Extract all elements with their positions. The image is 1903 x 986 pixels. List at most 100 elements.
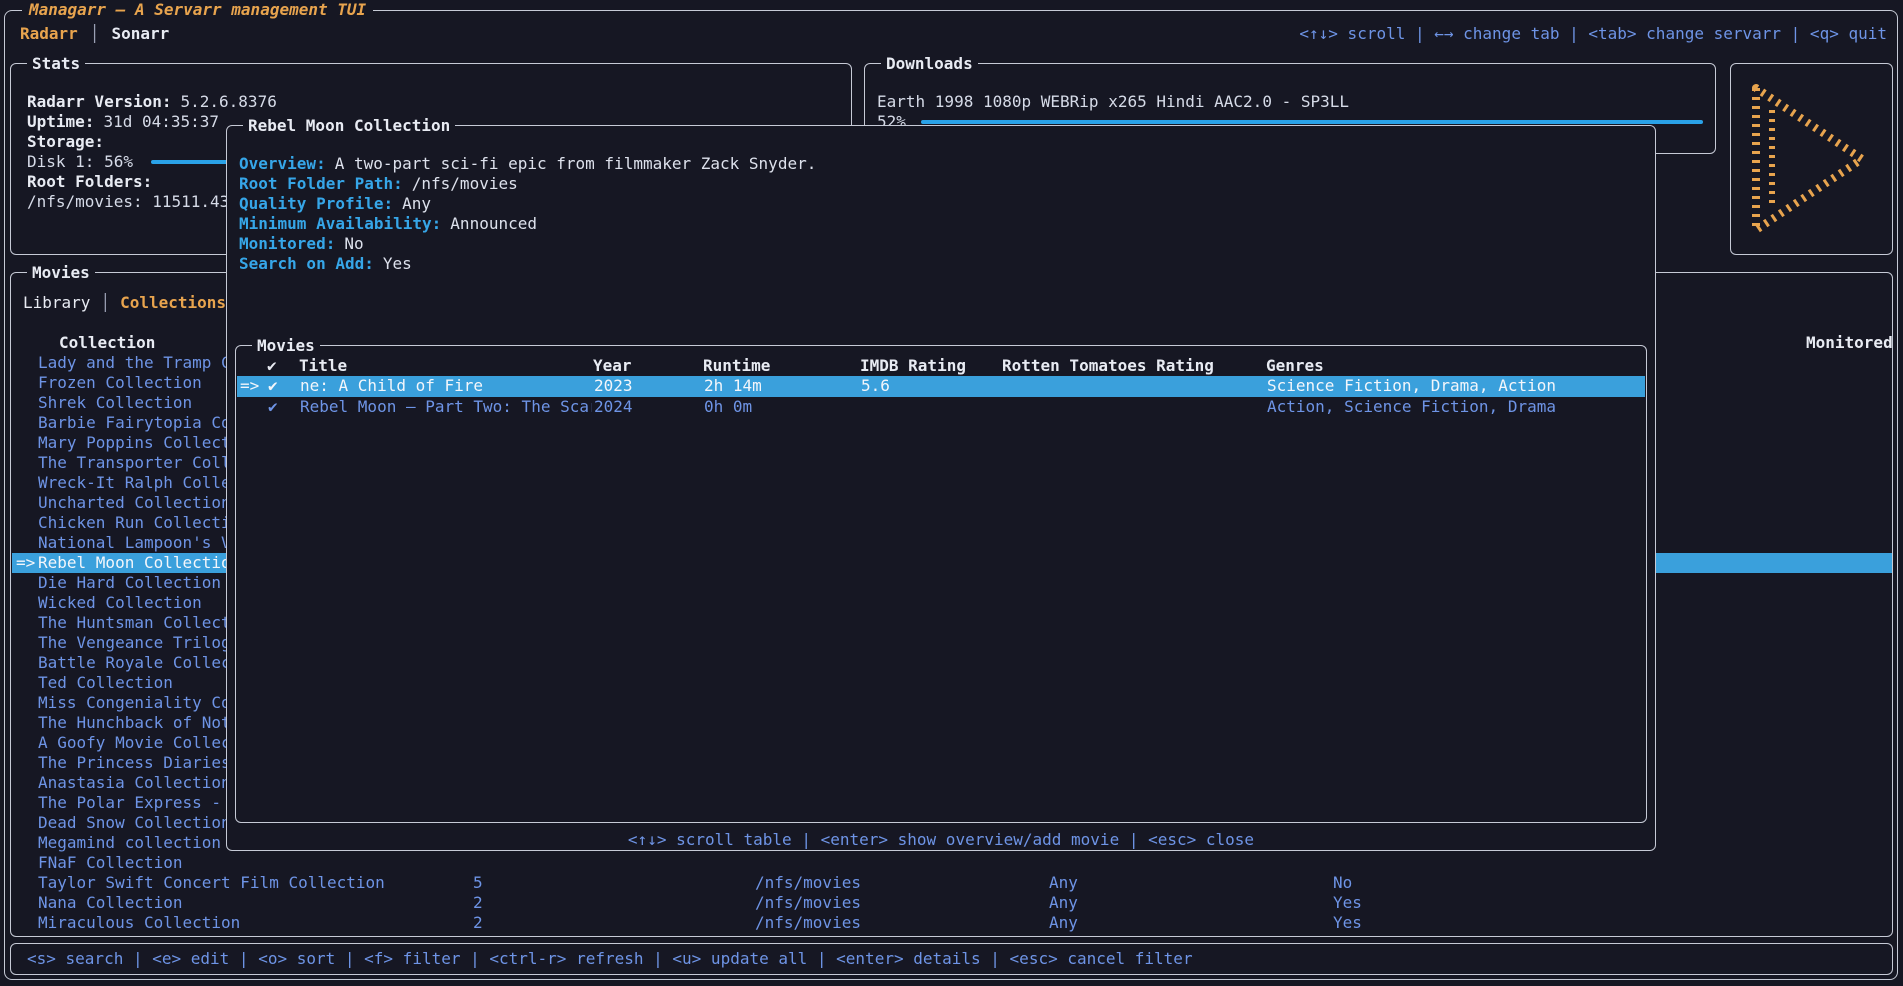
collection-name: Lady and the Tramp Co — [38, 353, 240, 372]
column-header-runtime: Runtime — [703, 356, 770, 376]
collection-search-on-add: No — [1333, 873, 1352, 893]
column-header-monitored-check: ✔ — [267, 356, 277, 376]
collection-name: Wicked Collection — [38, 593, 202, 612]
managarr-logo-icon — [1742, 74, 1882, 244]
collection-row[interactable]: Nana Collection 2/nfs/movies Any Yes — [12, 893, 1892, 913]
movie-genres: Science Fiction, Drama, Action — [1267, 376, 1556, 396]
field-label: Root Folder Path: — [239, 174, 403, 193]
movie-imdb-rating: 5.6 — [861, 376, 890, 396]
app-title: Managarr — A Servarr management TUI — [22, 0, 373, 20]
stats-panel-title: Stats — [27, 54, 85, 74]
monitored-check-icon: ✔ — [268, 376, 278, 396]
tab-separator: │ — [90, 24, 100, 44]
collection-row[interactable]: Miraculous Collection2/nfs/moviesAnyYes — [12, 913, 1892, 933]
collection-details-modal: Rebel Moon Collection Overview:A two-par… — [226, 125, 1656, 851]
tab-collections[interactable]: Collections — [120, 293, 226, 313]
column-header-genres: Genres — [1266, 356, 1324, 376]
collection-quality-profile: Any — [1049, 873, 1078, 893]
movie-title: Rebel Moon – Part Two: The Scar — [300, 397, 592, 417]
movies-tab-separator: │ — [100, 293, 110, 313]
collection-name: Ted Collection — [38, 673, 173, 692]
collection-name: Barbie Fairytopia Col — [38, 413, 240, 432]
field-value: Yes — [383, 254, 412, 273]
column-header-collection: Collection — [59, 333, 155, 353]
bottom-keybind-hints: <s> search | <e> edit | <o> sort | <f> f… — [27, 949, 1193, 969]
collection-name: The Hunchback of Notr — [38, 713, 240, 732]
movie-row[interactable]: ✔ Rebel Moon – Part Two: The Scar 2024 0… — [237, 397, 1645, 418]
collection-name: Chicken Run Collectio — [38, 513, 240, 532]
collection-name: National Lampoon's Va — [38, 533, 240, 552]
managarr-screen: Managarr — A Servarr management TUI Rada… — [0, 0, 1903, 986]
collection-movies-table: Movies ✔ Title Year Runtime IMDB Rating … — [235, 345, 1647, 823]
column-header-rotten-tomatoes: Rotten Tomatoes Rating — [1002, 356, 1214, 376]
download-progress-gauge — [921, 120, 1703, 124]
field-value: Any — [402, 194, 431, 213]
column-header-title: Title — [299, 356, 591, 376]
collection-name: Shrek Collection — [38, 393, 192, 412]
collection-name: The Princess Diaries — [38, 753, 231, 772]
column-header-monitored: Monitored — [1806, 333, 1893, 353]
collection-name: Battle Royale Collect — [38, 653, 240, 672]
collection-name: Die Hard Collection — [38, 573, 221, 592]
field-root-folder-path: Root Folder Path: /nfs/movies — [239, 174, 816, 194]
radarr-version-label: Radarr Version: — [27, 92, 172, 111]
collection-name: Nana Collection — [38, 893, 183, 912]
collection-name: The Polar Express - C — [38, 793, 240, 812]
collection-name: The Transporter Colle — [38, 453, 240, 472]
storage-label: Storage: — [27, 132, 104, 152]
movie-row-selected[interactable]: => ✔ ne: A Child of Fire 2023 2h 14m 5.6… — [237, 376, 1645, 397]
field-label: Minimum Availability: — [239, 214, 441, 233]
selection-marker: => — [16, 553, 35, 573]
field-value: No — [344, 234, 363, 253]
collection-movie-count: 2 — [473, 913, 483, 933]
collection-movie-count: 2 — [473, 893, 483, 913]
collection-name: Dead Snow Collection — [38, 813, 231, 832]
logo-panel — [1730, 63, 1893, 255]
collection-details-fields: Overview:A two-part sci-fi epic from fil… — [239, 154, 816, 274]
modal-keybind-hints: <↑↓> scroll table | <enter> show overvie… — [227, 830, 1655, 850]
uptime-value: 31d 04:35:37 — [103, 112, 219, 131]
root-folders-label: Root Folders: — [27, 172, 152, 192]
collection-name: Wreck-It Ralph Collec — [38, 473, 240, 492]
tab-radarr[interactable]: Radarr — [20, 24, 78, 44]
collection-row[interactable]: FNaF Collection — [12, 853, 1892, 873]
tab-library[interactable]: Library — [23, 293, 90, 313]
collection-search-on-add: Yes — [1333, 893, 1362, 913]
field-value: A two-part sci-fi epic from filmmaker Za… — [335, 154, 817, 173]
collection-root-folder: /nfs/movies — [755, 873, 861, 893]
tab-sonarr[interactable]: Sonarr — [111, 24, 169, 44]
collection-movies-title: Movies — [252, 336, 320, 356]
movie-runtime: 0h 0m — [704, 397, 752, 417]
downloads-panel-title: Downloads — [881, 54, 978, 74]
field-value: /nfs/movies — [412, 174, 518, 193]
collection-quality-profile: Any — [1049, 913, 1078, 933]
field-search-on-add: Search on Add:Yes — [239, 254, 816, 274]
radarr-version: Radarr Version: 5.2.6.8376 — [27, 92, 277, 112]
collection-row[interactable]: Taylor Swift Concert Film Collection5/nf… — [12, 873, 1892, 893]
collection-name: Uncharted Collection — [38, 493, 231, 512]
collection-root-folder: /nfs/movies — [755, 893, 861, 913]
field-overview: Overview:A two-part sci-fi epic from fil… — [239, 154, 816, 174]
top-keybind-hints: <↑↓> scroll | ←→ change tab | <tab> chan… — [1299, 24, 1887, 44]
servarr-tabbar: Radarr │ Sonarr — [20, 24, 169, 44]
movie-title: ne: A Child of Fire — [300, 376, 592, 396]
uptime-label: Uptime: — [27, 112, 94, 131]
collection-name: FNaF Collection — [38, 853, 183, 872]
collection-quality-profile: Any — [1049, 893, 1078, 913]
field-quality-profile: Quality Profile: Any — [239, 194, 816, 214]
field-value: Announced — [450, 214, 537, 233]
collection-search-on-add: Yes — [1333, 913, 1362, 933]
movie-year: 2023 — [594, 376, 633, 396]
collection-name: The Huntsman Collecti — [38, 613, 240, 632]
column-header-year: Year — [593, 356, 632, 376]
field-minimum-availability: Minimum Availability: Announced — [239, 214, 816, 234]
collection-root-folder: /nfs/movies — [755, 913, 861, 933]
collection-movie-count: 5 — [473, 873, 483, 893]
selection-marker: => — [240, 376, 259, 396]
collection-name: Frozen Collection — [38, 373, 202, 392]
field-label: Quality Profile: — [239, 194, 393, 213]
field-monitored: Monitored:No — [239, 234, 816, 254]
download-item: Earth 1998 1080p WEBRip x265 Hindi AAC2.… — [877, 92, 1349, 112]
radarr-version-value: 5.2.6.8376 — [181, 92, 277, 111]
collection-name: Megamind collection — [38, 833, 221, 852]
